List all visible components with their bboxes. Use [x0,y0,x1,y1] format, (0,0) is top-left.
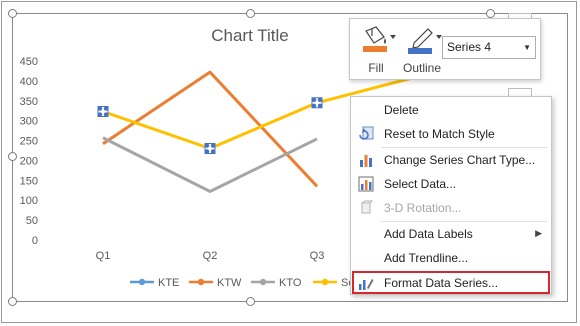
selection-marker-dot [103,112,109,117]
menu-item-label: Select Data... [384,177,457,191]
menu-item-change-series-chart-type[interactable]: Change Series Chart Type... [352,149,550,171]
y-tick-label: 250 [20,136,38,148]
dropdown-arrow-icon: ▼ [523,43,531,52]
selection-marker-dot [210,149,216,154]
menu-item-select-data[interactable]: Select Data... [352,173,550,195]
x-tick-label: Q3 [310,250,325,262]
y-tick-label: 0 [32,235,38,247]
x-tick-label: Q2 [203,250,218,262]
legend-label: KTO [279,277,302,289]
menu-item-label: 3-D Rotation... [384,201,462,215]
series-point-selection-marker [311,97,323,109]
fill-color-swatch [363,46,387,52]
selection-marker-dot [103,106,109,111]
y-tick-label: 150 [20,175,38,187]
submenu-arrow-icon: ▶ [535,228,542,238]
legend-swatch-marker [197,278,205,286]
menu-separator [381,147,547,148]
fill-label: Fill [368,61,384,75]
selection-marker-dot [311,103,317,108]
y-tick-label: 50 [26,215,38,227]
chart-type-icon [360,155,372,167]
menu-item-add-trendline[interactable]: Add Trendline... [352,247,550,269]
menu-item-add-data-labels[interactable]: Add Data Labels ▶ [352,223,550,245]
3d-rotation-icon [361,200,374,214]
y-tick-label: 400 [20,76,38,88]
selection-marker-dot [311,97,317,102]
selection-marker-dot [317,103,323,108]
legend-swatch-marker [138,278,146,286]
select-data-icon [358,176,374,192]
menu-item-label: Reset to Match Style [384,127,495,141]
legend-label: KTE [158,277,179,289]
legend-swatch-marker [259,278,267,286]
menu-item-3d-rotation[interactable]: 3-D Rotation... [352,197,550,219]
menu-item-label: Add Trendline... [384,251,469,265]
selection-marker-dot [204,149,210,154]
outline-button[interactable]: Outline [398,25,446,77]
reset-style-icon [359,126,374,140]
x-tick-label: Q1 [96,250,111,262]
selection-marker-dot [97,112,103,117]
selection-marker-dot [204,143,210,148]
chart-element-select-value: Series 4 [447,40,492,54]
y-tick-label: 200 [20,155,38,167]
menu-item-label: Add Data Labels [384,227,473,241]
menu-item-format-data-series[interactable]: Format Data Series... [352,271,550,294]
legend-label: KTW [217,277,242,289]
menu-separator [381,221,547,222]
menu-item-label: Format Data Series... [384,276,499,290]
selection-marker-dot [97,106,103,111]
chart-element-select[interactable]: Series 4 ▼ [442,36,536,59]
selection-marker-dot [317,97,323,102]
y-tick-label: 350 [20,96,38,108]
series-point-selection-marker [204,143,216,155]
format-series-icon [359,279,374,290]
y-tick-label: 450 [20,56,38,68]
series-point-selection-marker [97,106,109,118]
paint-bucket-icon [363,26,396,52]
pen-outline-icon [408,28,442,54]
y-tick-label: 100 [20,195,38,207]
menu-item-label: Change Series Chart Type... [384,153,536,167]
menu-item-delete[interactable]: Delete [352,99,550,121]
menu-item-reset-to-match-style[interactable]: Reset to Match Style [352,123,550,145]
legend-swatch-marker [321,278,329,286]
format-mini-toolbar: Fill Outline Series 4 ▼ [349,18,541,80]
series-line-ktw [102,70,319,188]
selection-marker-dot [210,143,216,148]
outline-color-swatch [408,48,432,54]
context-menu: Delete Reset to Match Style Change Serie… [350,96,552,295]
y-tick-label: 300 [20,116,38,128]
outline-label: Outline [402,61,442,75]
menu-item-label: Delete [384,103,419,117]
fill-button[interactable]: Fill [352,25,400,77]
